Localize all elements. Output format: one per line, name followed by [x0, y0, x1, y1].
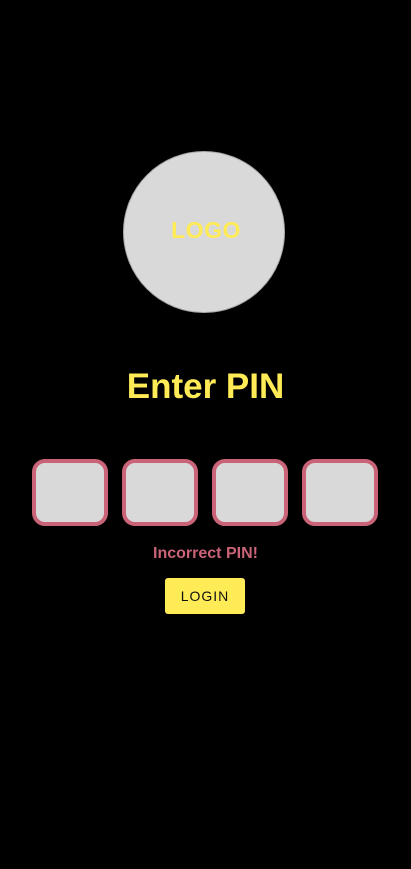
logo-placeholder: LOGO [123, 151, 285, 313]
pin-digit-2-input[interactable] [122, 459, 198, 526]
page-title: Enter PIN [126, 367, 285, 406]
pin-digit-3-input[interactable] [212, 459, 288, 526]
pin-digit-4-input[interactable] [302, 459, 378, 526]
login-button[interactable]: LOGIN [165, 578, 245, 614]
pin-digit-1-input[interactable] [32, 459, 108, 526]
logo-text: LOGO [171, 216, 241, 243]
pin-login-screen: LOGO Enter PIN Incorrect PIN! LOGIN [0, 0, 411, 869]
pin-input-group [32, 459, 378, 526]
error-message: Incorrect PIN! [153, 545, 258, 562]
